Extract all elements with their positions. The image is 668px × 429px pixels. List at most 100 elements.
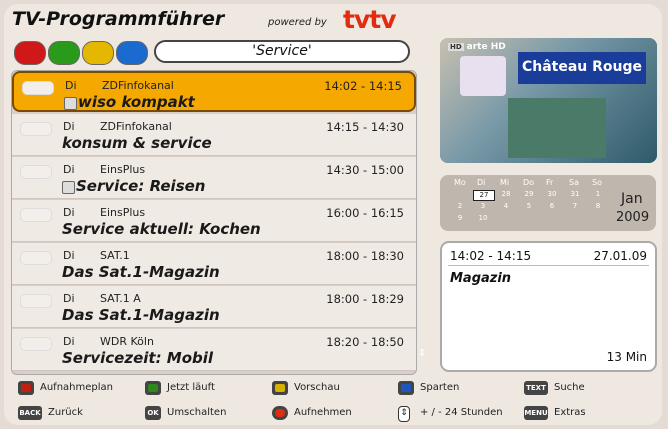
calendar-weekday: Sa [569,178,579,187]
red-button[interactable] [14,41,46,65]
listing-channel: WDR Köln [100,335,154,348]
listing-row[interactable]: Di SAT.1 A 18:00 - 18:29 Das Sat.1-Magazin [12,286,416,328]
preview-shape [460,56,506,96]
calendar-day[interactable]: 10 [473,214,493,223]
listing-channel: ZDFinfokanal [100,120,172,133]
listing-time: 18:00 - 18:29 [326,292,404,306]
calendar-day[interactable]: 5 [519,202,539,211]
listing-day: Di [65,79,77,92]
search-field[interactable]: 'Service' [154,40,410,63]
listing-day: Di [63,163,75,176]
calendar-day[interactable]: 9 [450,214,470,223]
calendar-day[interactable]: 4 [496,202,516,211]
text-key-icon: TEXT [524,381,548,395]
list-scrollbar[interactable] [417,70,424,373]
menu-key-label[interactable]: Extras [554,407,586,418]
calendar-day[interactable]: 3 [473,202,493,211]
listing-day: Di [63,335,75,348]
calendar: Jan 2009 Mo Di Mi Do Fr Sa So 27 28 29 30 31 1 2 3 4 5 6 7… [440,175,656,231]
listing-channel: EinsPlus [100,206,146,219]
detail-date: 27.01.09 [593,249,647,263]
blue-key-icon [398,381,414,395]
calendar-day[interactable]: 6 [542,202,562,211]
page-title: TV-Programmführer [12,8,225,30]
preview-channel-label: HD arte HD [448,42,506,52]
listing-time: 14:30 - 15:00 [326,163,404,177]
listing-row[interactable]: Di EinsPlus 14:30 - 15:00 Service: Reisen [12,157,416,199]
calendar-day[interactable]: 1 [588,190,608,199]
listing-row[interactable]: Di WDR Köln 18:20 - 18:50 Servicezeit: Mobi… [12,329,416,371]
yellow-key-icon [272,381,288,395]
listing-list: Di ZDFinfokanal 14:02 - 14:15 wiso kompakt D… [11,70,417,375]
key-color-icon [21,384,31,392]
program-info-icon [62,181,75,194]
ok-key-label[interactable]: Umschalten [167,407,226,418]
channel-logo-icon [20,208,52,222]
calendar-day[interactable]: 29 [519,190,539,199]
calendar-weekday: Do [523,178,535,187]
back-key-label[interactable]: Zurück [48,407,83,418]
listing-time: 18:00 - 18:30 [326,249,404,263]
calendar-weekday: Mi [500,178,510,187]
listing-row[interactable]: Di ZDFinfokanal 14:15 - 14:30 konsum & serv… [12,114,416,156]
listing-title: Servicezeit: Mobil [62,349,214,367]
tvtv-logo: tvtv [343,5,396,34]
calendar-weekday: So [592,178,602,187]
listing-time: 16:00 - 16:15 [326,206,404,220]
blue-key-label[interactable]: Sparten [420,382,459,393]
channel-logo-icon [20,165,52,179]
listing-title: wiso kompakt [78,93,195,111]
calendar-weekday: Mo [454,178,466,187]
record-key-icon [272,406,288,420]
calendar-day[interactable]: 31 [565,190,585,199]
listing-time: 18:20 - 18:50 [326,335,404,349]
calendar-month: Jan [621,191,643,207]
menu-key-icon: MENU [524,406,548,420]
yellow-key-label[interactable]: Vorschau [294,382,340,393]
text-key-label[interactable]: Suche [554,382,585,393]
listing-title: konsum & service [62,134,212,152]
listing-channel: SAT.1 [100,249,130,262]
updown-key-label[interactable]: + / - 24 Stunden [420,407,503,418]
listing-row[interactable]: Di EinsPlus 16:00 - 16:15 Service aktuell: … [12,200,416,242]
green-key-icon [145,381,161,395]
detail-duration: 13 Min [606,350,647,364]
listing-day: Di [63,120,75,133]
powered-by-label: powered by [268,17,327,28]
listing-row[interactable]: Di SAT.1 18:00 - 18:30 Das Sat.1-Magazin [12,243,416,285]
calendar-day[interactable]: 7 [565,202,585,211]
blue-button[interactable] [116,41,148,65]
calendar-weekday: Di [477,178,486,187]
listing-title: Das Sat.1-Magazin [62,306,220,324]
calendar-day[interactable]: 2 [450,202,470,211]
listing-day: Di [63,206,75,219]
channel-logo-icon [20,251,52,265]
record-key-label[interactable]: Aufnehmen [294,407,352,418]
calendar-day[interactable]: 28 [496,190,516,199]
program-info-icon [64,97,77,110]
listing-title: Das Sat.1-Magazin [62,263,220,281]
channel-logo-icon [22,81,54,95]
listing-day: Di [63,249,75,262]
channel-logo-icon [20,122,52,136]
listing-row[interactable]: Di ZDFinfokanal 14:02 - 14:15 wiso kompakt [12,71,416,112]
listing-channel: SAT.1 A [100,292,141,305]
calendar-weekday: Fr [546,178,554,187]
green-button[interactable] [48,41,80,65]
scroll-arrow-icon[interactable]: ⇕ [418,348,426,362]
green-key-label[interactable]: Jetzt läuft [167,382,215,393]
preview-shape [508,98,606,158]
calendar-day[interactable]: 30 [542,190,562,199]
red-key-label[interactable]: Aufnahmeplan [40,382,113,393]
calendar-day[interactable]: 8 [588,202,608,211]
updown-key-icon: ⇕ [398,406,410,422]
yellow-button[interactable] [82,41,114,65]
back-key-icon: BACK [18,406,42,420]
calendar-day[interactable]: 27 [473,190,495,201]
detail-genre: Magazin [450,271,512,286]
key-color-icon [401,384,411,392]
listing-time: 14:15 - 14:30 [326,120,404,134]
detail-divider [448,265,649,266]
ok-key-icon: OK [145,406,161,420]
listing-channel: ZDFinfokanal [102,79,174,92]
